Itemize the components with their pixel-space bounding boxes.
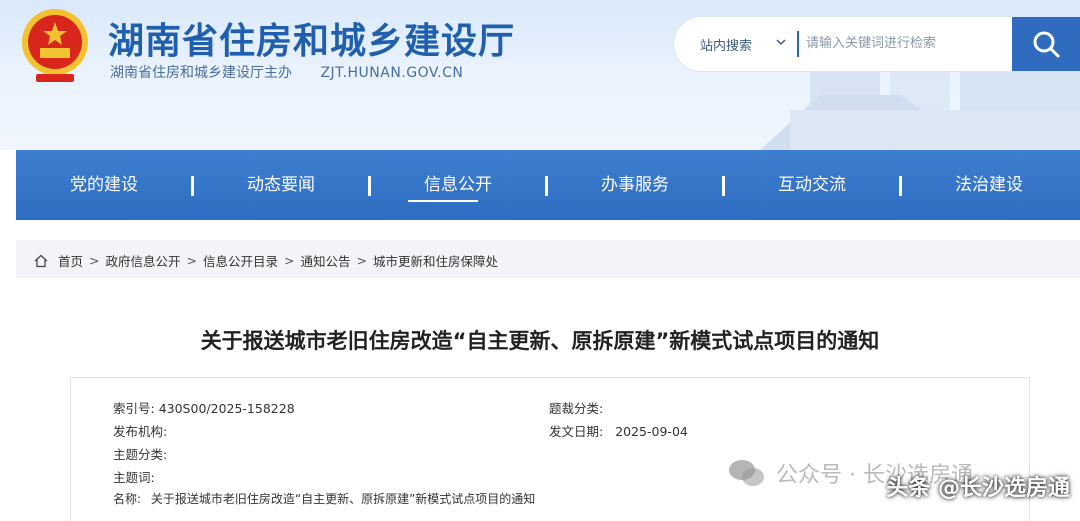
search-scope-select[interactable]: 站内搜索 xyxy=(700,35,752,54)
search-divider xyxy=(797,31,799,57)
nav-separator xyxy=(899,176,902,196)
breadcrumb-gov-info[interactable]: 政府信息公开 xyxy=(106,251,181,270)
meta-date-value: 2025-09-04 xyxy=(615,424,688,439)
meta-index-label: 索引号: xyxy=(113,401,155,416)
meta-keywords-label: 主题词: xyxy=(113,470,155,485)
breadcrumb-home[interactable]: 首页 xyxy=(58,251,83,270)
nav-item-party-building[interactable]: 党的建设 xyxy=(24,150,184,220)
breadcrumb-catalog[interactable]: 信息公开目录 xyxy=(203,251,278,270)
breadcrumb: 首页 > 政府信息公开 > 信息公开目录 > 通知公告 > 城市更新和住房保障处 xyxy=(16,240,1080,278)
breadcrumb-separator: > xyxy=(89,253,100,268)
site-url[interactable]: ZJT.HUNAN.GOV.CN xyxy=(320,65,463,81)
meta-theme-class-label: 题裁分类: xyxy=(549,401,604,416)
nav-active-indicator xyxy=(408,200,478,202)
meta-date-label: 发文日期: xyxy=(549,424,604,439)
search-box: 站内搜索 xyxy=(674,17,1012,71)
chevron-down-icon[interactable] xyxy=(774,35,788,49)
meta-name-label: 名称: xyxy=(113,492,142,506)
meta-issuer-label: 发布机构: xyxy=(113,424,168,439)
search-input[interactable] xyxy=(806,29,1006,57)
meta-date: 发文日期: 2025-09-04 xyxy=(549,421,688,440)
search-icon xyxy=(1033,31,1060,58)
breadcrumb-separator: > xyxy=(356,253,367,268)
meta-index: 索引号: 430S00/2025-158228 xyxy=(113,398,295,417)
nav-separator xyxy=(191,176,194,196)
toutiao-overlay-text: 头条 @长沙选房通 xyxy=(886,476,1070,501)
meta-name-value: 关于报送城市老旧住房改造“自主更新、原拆原建”新模式试点项目的通知 xyxy=(150,492,536,506)
nav-item-news[interactable]: 动态要闻 xyxy=(201,150,361,220)
main-nav: 党的建设 动态要闻 信息公开 办事服务 互动交流 法治建设 xyxy=(16,150,1080,220)
search-button[interactable] xyxy=(1012,17,1080,71)
nav-separator xyxy=(545,176,548,196)
home-icon xyxy=(34,254,48,267)
nav-item-info-disclosure[interactable]: 信息公开 xyxy=(378,150,538,220)
breadcrumb-separator: > xyxy=(186,253,197,268)
nav-item-services[interactable]: 办事服务 xyxy=(555,150,715,220)
national-emblem-icon xyxy=(22,9,88,82)
wechat-icon xyxy=(729,460,764,486)
meta-name: 名称: 关于报送城市老旧住房改造“自主更新、原拆原建”新模式试点项目的通知 xyxy=(113,490,535,507)
breadcrumb-notices[interactable]: 通知公告 xyxy=(301,251,351,270)
nav-item-rule-of-law[interactable]: 法治建设 xyxy=(909,150,1069,220)
site-sponsor: 湖南省住房和城乡建设厅主办 xyxy=(110,65,292,81)
nav-item-interaction[interactable]: 互动交流 xyxy=(732,150,892,220)
nav-separator xyxy=(368,176,371,196)
article-title: 关于报送城市老旧住房改造“自主更新、原拆原建”新模式试点项目的通知 xyxy=(200,329,880,353)
site-header: 湖南省住房和城乡建设厅 湖南省住房和城乡建设厅主办 ZJT.HUNAN.GOV.… xyxy=(0,0,1080,150)
nav-separator xyxy=(722,176,725,196)
meta-index-value: 430S00/2025-158228 xyxy=(158,401,295,416)
breadcrumb-department[interactable]: 城市更新和住房保障处 xyxy=(373,251,498,270)
site-subtitle: 湖南省住房和城乡建设厅主办 ZJT.HUNAN.GOV.CN xyxy=(110,62,463,82)
breadcrumb-separator: > xyxy=(284,253,295,268)
site-title[interactable]: 湖南省住房和城乡建设厅 xyxy=(108,12,515,64)
meta-subject-class-label: 主题分类: xyxy=(113,447,168,462)
